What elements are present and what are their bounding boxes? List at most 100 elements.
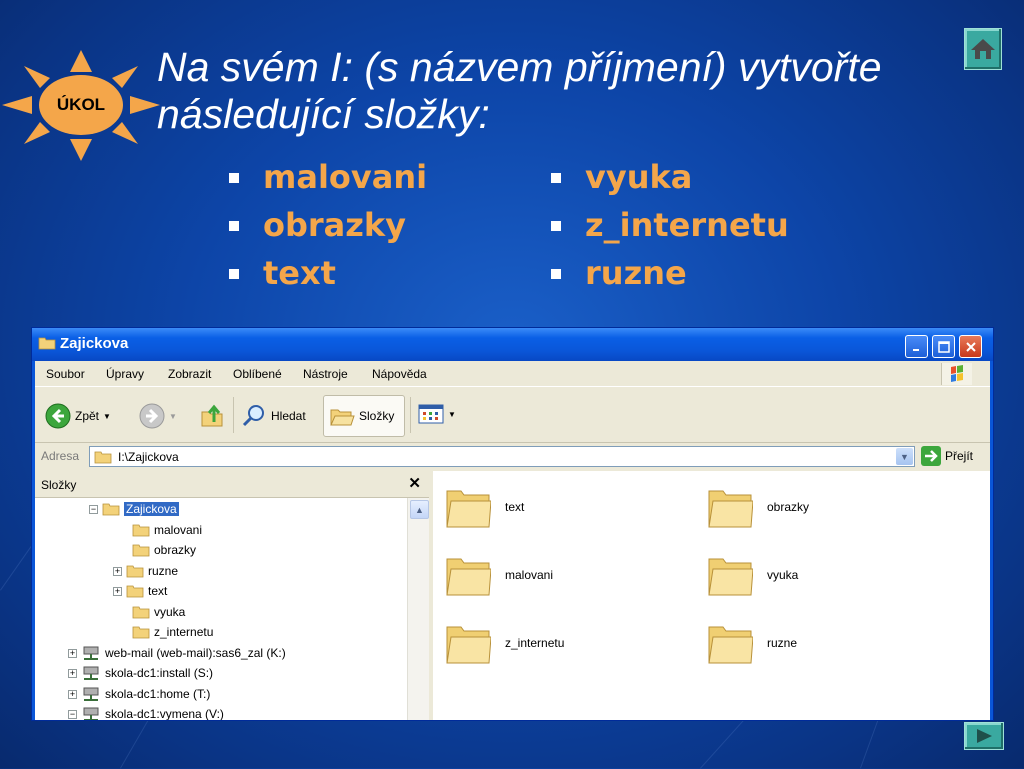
window-title: Zajickova <box>60 335 129 352</box>
folder-icon <box>708 490 753 528</box>
forward-button[interactable]: ▼ <box>139 403 177 429</box>
bullet-item: ruzne <box>547 253 789 301</box>
folder-icon <box>132 626 150 639</box>
open-folder-icon <box>102 503 120 516</box>
forward-dropdown-icon[interactable]: ▼ <box>169 412 177 421</box>
tree-item-z-internetu[interactable]: z_internetu <box>132 622 213 642</box>
folder-icon <box>708 558 753 596</box>
tree-item-zajickova[interactable]: − Zajickova <box>89 499 179 519</box>
network-drive-icon <box>83 646 99 660</box>
chevron-up-icon: ▲ <box>415 504 424 515</box>
back-dropdown-icon[interactable]: ▼ <box>103 412 111 421</box>
file-item-text[interactable]: text <box>445 485 524 529</box>
views-dropdown-icon[interactable]: ▼ <box>448 410 456 419</box>
windows-flag-icon <box>951 365 963 382</box>
network-drive-icon <box>83 666 99 680</box>
address-dropdown-button[interactable]: ▼ <box>896 448 913 465</box>
back-button[interactable]: Zpět ▼ <box>45 403 111 429</box>
search-button[interactable]: Hledat <box>241 403 306 429</box>
folders-pane: Složky ✕ − Zajickova malovani obrazky + … <box>35 471 429 720</box>
scroll-up-button[interactable]: ▲ <box>410 500 429 519</box>
maximize-button[interactable] <box>932 335 955 358</box>
slide-title: Na svém I: (s názvem příjmení) vytvořte … <box>157 44 977 138</box>
toolbar: Zpět ▼ ▼ Hledat Složky ▼ <box>35 387 990 443</box>
folder-icon <box>446 490 491 528</box>
bullet-item: text <box>225 253 427 301</box>
tree-item-obrazky[interactable]: obrazky <box>132 540 196 560</box>
search-icon <box>242 405 264 427</box>
maximize-icon <box>937 340 950 353</box>
menu-item-napoveda[interactable]: Nápověda <box>372 367 427 381</box>
go-label: Přejít <box>945 449 974 463</box>
back-arrow-icon <box>45 403 71 429</box>
tree-scrollbar[interactable]: ▲ <box>407 498 429 720</box>
folder-icon <box>708 626 753 664</box>
next-slide-button[interactable] <box>964 722 1004 750</box>
file-label: malovani <box>505 568 554 582</box>
network-drive-icon <box>83 707 99 720</box>
address-input[interactable]: I:\Zajickova ▼ <box>89 446 915 467</box>
file-item-malovani[interactable]: malovani <box>445 553 553 597</box>
windows-logo <box>941 363 972 385</box>
chevron-down-icon: ▼ <box>900 451 909 462</box>
menu-item-soubor[interactable]: Soubor <box>46 367 85 381</box>
bullet-list-right: vyuka z_internetu ruzne <box>547 157 789 301</box>
tree-item-label: vyuka <box>154 605 186 619</box>
title-bar[interactable]: Zajickova <box>32 328 993 361</box>
tree-item-text[interactable]: + text <box>113 581 167 601</box>
file-item-z-internetu[interactable]: z_internetu <box>445 621 564 665</box>
file-item-vyuka[interactable]: vyuka <box>707 553 798 597</box>
up-folder-button[interactable] <box>200 403 226 429</box>
file-label: text <box>505 500 525 514</box>
file-label: ruzne <box>767 636 798 650</box>
collapse-icon[interactable]: − <box>89 504 98 514</box>
expand-icon[interactable]: + <box>68 668 77 678</box>
tree-item-vyuka[interactable]: vyuka <box>132 602 185 622</box>
menu-item-nastroje[interactable]: Nástroje <box>303 367 348 381</box>
folders-pane-header: Složky ✕ <box>35 471 429 498</box>
up-folder-icon <box>201 404 223 427</box>
tree-item-label: malovani <box>154 523 203 537</box>
tree-item-install[interactable]: + skola-dc1:install (S:) <box>68 663 213 683</box>
collapse-icon[interactable]: − <box>68 709 77 719</box>
views-button[interactable]: ▼ <box>418 403 456 425</box>
bullet-item: malovani <box>225 157 427 205</box>
expand-icon[interactable]: + <box>68 689 77 699</box>
toolbar-separator <box>233 397 234 433</box>
explorer-window: Zajickova Soubor Úpravy Zobrazit Oblíben… <box>31 327 994 721</box>
bullet-item: vyuka <box>547 157 789 205</box>
minimize-button[interactable] <box>905 335 928 358</box>
toolbar-separator <box>410 397 411 433</box>
address-bar: Adresa I:\Zajickova ▼ Přejít <box>35 443 990 470</box>
tree-item-malovani[interactable]: malovani <box>132 520 202 540</box>
tree-item-ruzne[interactable]: + ruzne <box>113 561 178 581</box>
go-button[interactable]: Přejít <box>921 446 973 466</box>
expand-icon[interactable]: + <box>113 566 122 576</box>
menu-item-zobrazit[interactable]: Zobrazit <box>168 367 211 381</box>
folders-button[interactable]: Složky <box>329 403 394 429</box>
minimize-icon <box>912 348 919 351</box>
folder-icon <box>446 558 491 596</box>
expand-icon[interactable]: + <box>68 648 77 658</box>
tree-item-web-mail[interactable]: + web-mail (web-mail):sas6_zal (K:) <box>68 643 286 663</box>
network-drive-icon <box>83 687 99 701</box>
menu-item-oblibene[interactable]: Oblíbené <box>233 367 282 381</box>
close-pane-icon[interactable]: ✕ <box>408 474 421 492</box>
menu-item-upravy[interactable]: Úpravy <box>106 367 144 381</box>
tree-item-label: Zajickova <box>124 502 179 516</box>
tree-item-label: text <box>148 584 168 598</box>
file-item-ruzne[interactable]: ruzne <box>707 621 797 665</box>
tree-item-vymena[interactable]: − skola-dc1:vymena (V:) <box>68 704 224 720</box>
window-client: Soubor Úpravy Zobrazit Oblíbené Nástroje… <box>35 361 990 720</box>
next-arrow-icon <box>977 729 992 743</box>
file-item-obrazky[interactable]: obrazky <box>707 485 809 529</box>
close-button[interactable] <box>959 335 982 358</box>
forward-arrow-icon <box>139 403 165 429</box>
expand-icon[interactable]: + <box>113 586 122 596</box>
bullet-list-left: malovani obrazky text <box>225 157 427 301</box>
home-button[interactable] <box>964 28 1002 70</box>
close-icon <box>965 341 976 352</box>
go-arrow-icon <box>921 446 941 466</box>
search-label: Hledat <box>271 409 306 423</box>
tree-item-home[interactable]: + skola-dc1:home (T:) <box>68 684 210 704</box>
